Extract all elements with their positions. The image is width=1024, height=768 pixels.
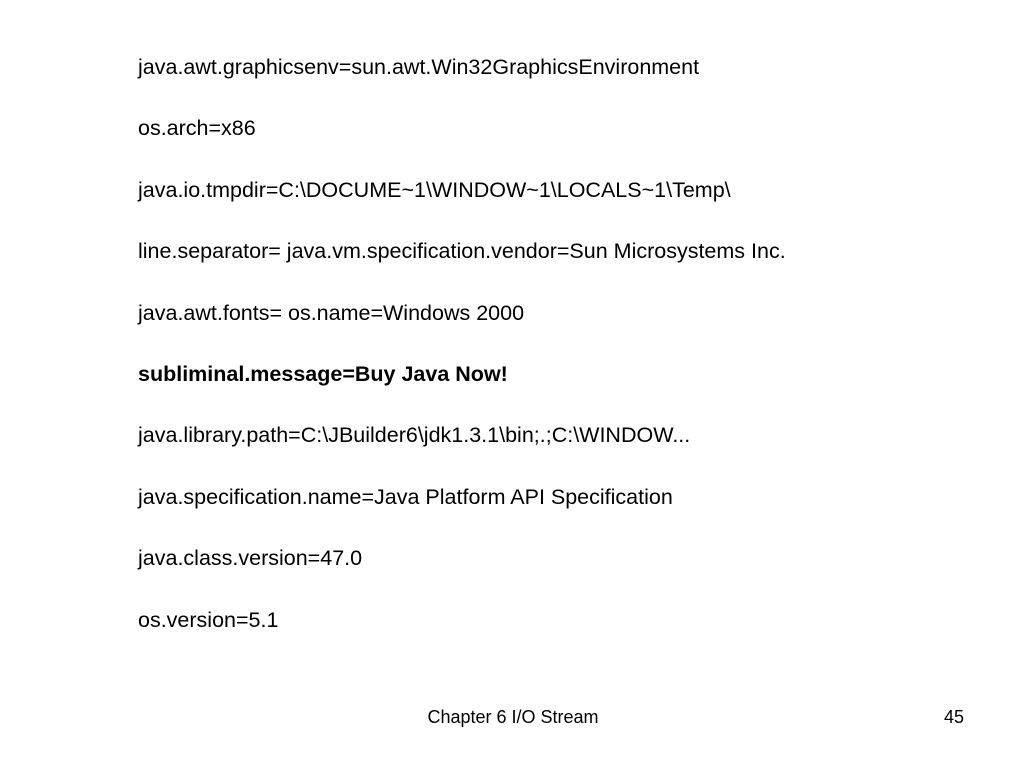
property-line-os-version: os.version=5.1 [138, 607, 279, 632]
property-line-graphicsenv: java.awt.graphicsenv=sun.awt.Win32Graphi… [138, 55, 700, 79]
property-list: java.awt.graphicsenv=sun.awt.Win32Graphi… [138, 52, 998, 666]
property-line-os-arch: os.arch=x86 [138, 116, 256, 141]
footer-chapter-title: Chapter 6 I/O Stream [427, 707, 599, 727]
footer-page-number: 45 [943, 707, 964, 727]
property-line-subliminal-message: subliminal.message=Buy Java Now! [138, 361, 508, 386]
property-line-library-path: java.library.path=C:\JBuilder6\jdk1.3.1\… [138, 423, 691, 448]
property-line-specification-name: java.specification.name=Java Platform AP… [138, 484, 673, 509]
property-line-awt-fonts: java.awt.fonts= os.name=Windows 2000 [138, 300, 525, 325]
property-line-class-version: java.class.version=47.0 [138, 546, 363, 571]
property-line-tmpdir: java.io.tmpdir=C:\DOCUME~1\WINDOW~1\LOCA… [138, 177, 731, 202]
property-line-line-separator: line.separator= java.vm.specification.ve… [138, 239, 786, 264]
slide: java.awt.graphicsenv=sun.awt.Win32Graphi… [0, 0, 1024, 768]
